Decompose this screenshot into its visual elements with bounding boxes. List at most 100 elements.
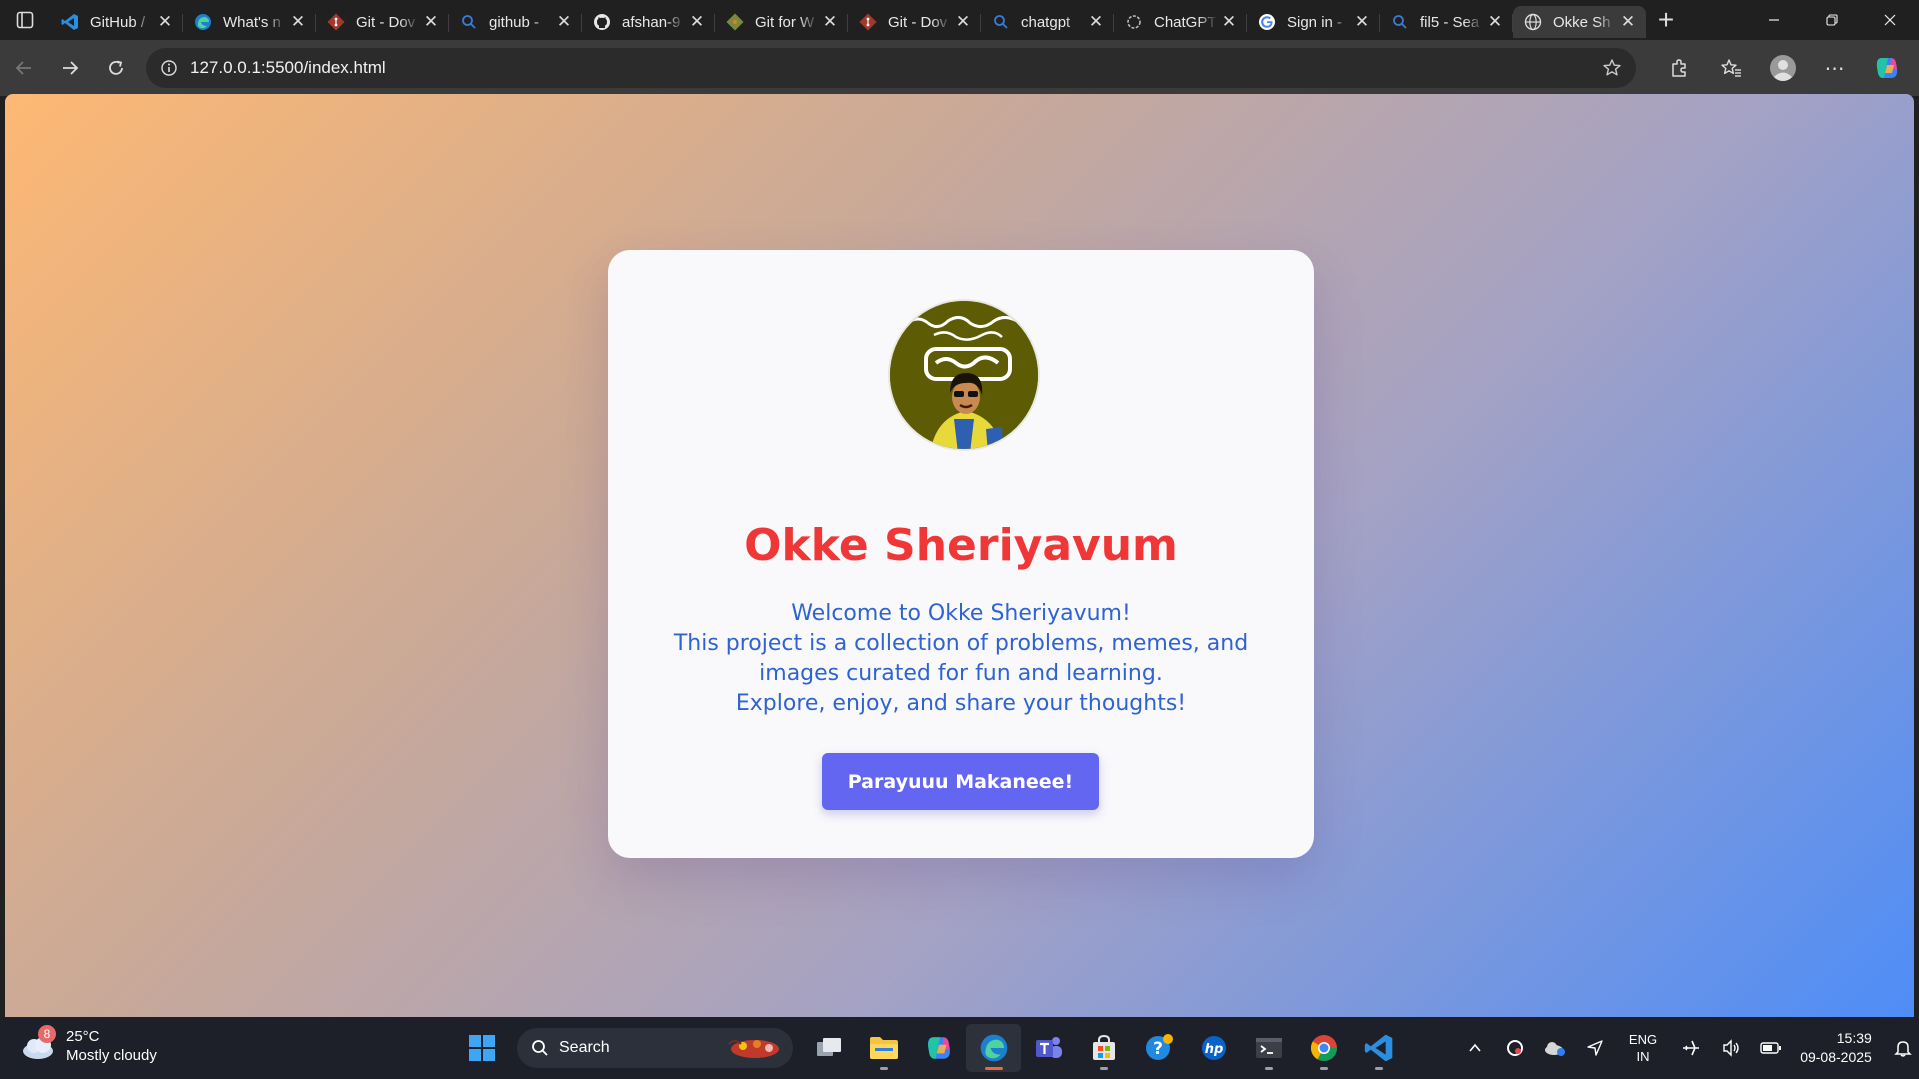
page-title: Okke Sheriyavum — [744, 520, 1178, 571]
back-button[interactable] — [2, 46, 46, 90]
favorites-button[interactable] — [1705, 48, 1757, 88]
language-region: IN — [1636, 1049, 1650, 1064]
close-icon[interactable]: ✕ — [423, 12, 439, 31]
edge-app-button[interactable] — [966, 1024, 1021, 1072]
store-button[interactable] — [1076, 1024, 1131, 1072]
tab-afshan[interactable]: afshan-9 ✕ — [582, 6, 715, 38]
tab-actions-button[interactable] — [0, 0, 50, 40]
arrow-right-icon — [63, 61, 79, 75]
info-icon[interactable] — [160, 59, 178, 77]
minimize-button[interactable] — [1745, 0, 1803, 40]
file-explorer-button[interactable] — [856, 1024, 911, 1072]
close-icon[interactable]: ✕ — [1088, 12, 1104, 31]
tab-sign-in[interactable]: Sign in - ✕ — [1247, 6, 1380, 38]
welcome-card: Okke Sheriyavum Welcome to Okke Sheriyav… — [608, 250, 1314, 858]
close-icon[interactable]: ✕ — [822, 12, 838, 31]
help-icon: ? — [1145, 1034, 1173, 1060]
input-language-button[interactable]: ENG IN — [1615, 1031, 1671, 1065]
taskbar-search[interactable]: Search — [517, 1028, 793, 1068]
task-view-button[interactable] — [801, 1024, 856, 1072]
tab-actions-icon — [16, 11, 34, 29]
copilot-icon — [1876, 58, 1898, 78]
globe-icon — [1523, 12, 1543, 32]
close-icon[interactable]: ✕ — [556, 12, 572, 31]
volume-icon[interactable] — [1711, 1028, 1751, 1068]
chatgpt-icon — [1124, 12, 1144, 32]
tray-app-button[interactable] — [1495, 1028, 1535, 1068]
restore-button[interactable] — [1803, 0, 1861, 40]
forward-button[interactable] — [48, 46, 92, 90]
close-icon[interactable]: ✕ — [689, 12, 705, 31]
start-button[interactable] — [454, 1024, 509, 1072]
tab-chatgpt-search[interactable]: chatgpt ✕ — [981, 6, 1114, 38]
profile-meme-image — [888, 299, 1040, 451]
close-window-button[interactable] — [1861, 0, 1919, 40]
tab-whats-new[interactable]: What's n ✕ — [183, 6, 316, 38]
close-icon[interactable]: ✕ — [1354, 12, 1370, 31]
cloud-status-icon — [1545, 1042, 1565, 1056]
address-bar[interactable]: 127.0.0.1:5500/index.html — [146, 48, 1636, 88]
close-icon[interactable]: ✕ — [290, 12, 306, 31]
puzzle-icon — [1672, 59, 1686, 77]
show-hidden-icons-button[interactable] — [1455, 1028, 1495, 1068]
vscode-icon — [1364, 1034, 1392, 1062]
more-button[interactable]: ⋯ — [1809, 48, 1861, 88]
tab-title: Git - Dov — [356, 13, 416, 31]
weather-widget[interactable]: 8 25°C Mostly cloudy — [20, 1025, 157, 1065]
extensions-button[interactable] — [1653, 48, 1705, 88]
task-view-icon — [816, 1038, 841, 1056]
clock-button[interactable]: 15:39 09-08-2025 — [1791, 1029, 1887, 1067]
tab-git-download-2[interactable]: Git - Dov ✕ — [848, 6, 981, 38]
edge-icon — [980, 1034, 1007, 1062]
tab-title: fil5 - Sea — [1420, 13, 1480, 31]
close-icon[interactable]: ✕ — [1221, 12, 1237, 31]
description-line: Welcome to Okke Sheriyavum! — [791, 601, 1131, 626]
tab-github[interactable]: GitHub / ✕ — [50, 6, 183, 38]
reload-button[interactable] — [94, 46, 138, 90]
close-icon[interactable]: ✕ — [955, 12, 971, 31]
tab-title: Sign in - — [1287, 13, 1343, 31]
cta-button[interactable]: Parayuuu Makaneee! — [822, 753, 1099, 810]
vscode-button[interactable] — [1351, 1024, 1406, 1072]
search-icon — [991, 12, 1011, 32]
new-tab-button[interactable]: + — [1646, 0, 1686, 40]
chevron-up-icon — [1469, 1043, 1481, 1052]
copilot-app-button[interactable] — [911, 1024, 966, 1072]
onedrive-button[interactable] — [1535, 1028, 1575, 1068]
tab-git-for-windows[interactable]: Git for W ✕ — [715, 6, 848, 38]
window-controls — [1745, 0, 1919, 40]
battery-icon[interactable] — [1751, 1028, 1791, 1068]
copilot-button[interactable] — [1861, 48, 1913, 88]
tab-github-search[interactable]: github - ✕ — [449, 6, 582, 38]
close-icon[interactable]: ✕ — [1487, 12, 1503, 31]
chrome-button[interactable] — [1296, 1024, 1351, 1072]
weather-temp: 25°C — [66, 1028, 100, 1045]
search-icon — [459, 12, 479, 32]
tab-fil5-search[interactable]: fil5 - Sea ✕ — [1380, 6, 1513, 38]
airplane-mode-icon[interactable] — [1671, 1028, 1711, 1068]
bell-icon — [1894, 1041, 1912, 1057]
close-icon[interactable]: ✕ — [1620, 12, 1636, 31]
close-icon[interactable]: ✕ — [157, 12, 173, 31]
tab-chatgpt[interactable]: ChatGPT ✕ — [1114, 6, 1247, 38]
git-icon — [858, 12, 878, 32]
terminal-button[interactable] — [1241, 1024, 1296, 1072]
hp-button[interactable]: hp — [1186, 1024, 1241, 1072]
notifications-button[interactable] — [1887, 1028, 1919, 1068]
location-button[interactable] — [1575, 1028, 1615, 1068]
favorite-star-icon[interactable] — [1602, 58, 1622, 83]
get-help-button[interactable]: ? — [1131, 1024, 1186, 1072]
tab-title: afshan-9 — [622, 13, 681, 31]
description-line: Explore, enjoy, and share your thoughts! — [735, 691, 1187, 716]
svg-text:?: ? — [1153, 1039, 1163, 1059]
tab-title: What's n — [223, 13, 281, 31]
teams-button[interactable] — [1021, 1024, 1076, 1072]
browser-toolbar: 127.0.0.1:5500/index.html ⋯ — [0, 40, 1919, 96]
profile-button[interactable] — [1757, 48, 1809, 88]
windows-icon — [468, 1035, 495, 1061]
tab-git-download[interactable]: Git - Dov ✕ — [316, 6, 449, 38]
address-url[interactable]: 127.0.0.1:5500/index.html — [190, 58, 386, 78]
search-label: Search — [559, 1039, 610, 1056]
description-line: This project is a collection of problems… — [673, 631, 1249, 686]
tab-okke-sheriyavum[interactable]: Okke Sh ✕ — [1513, 6, 1646, 38]
